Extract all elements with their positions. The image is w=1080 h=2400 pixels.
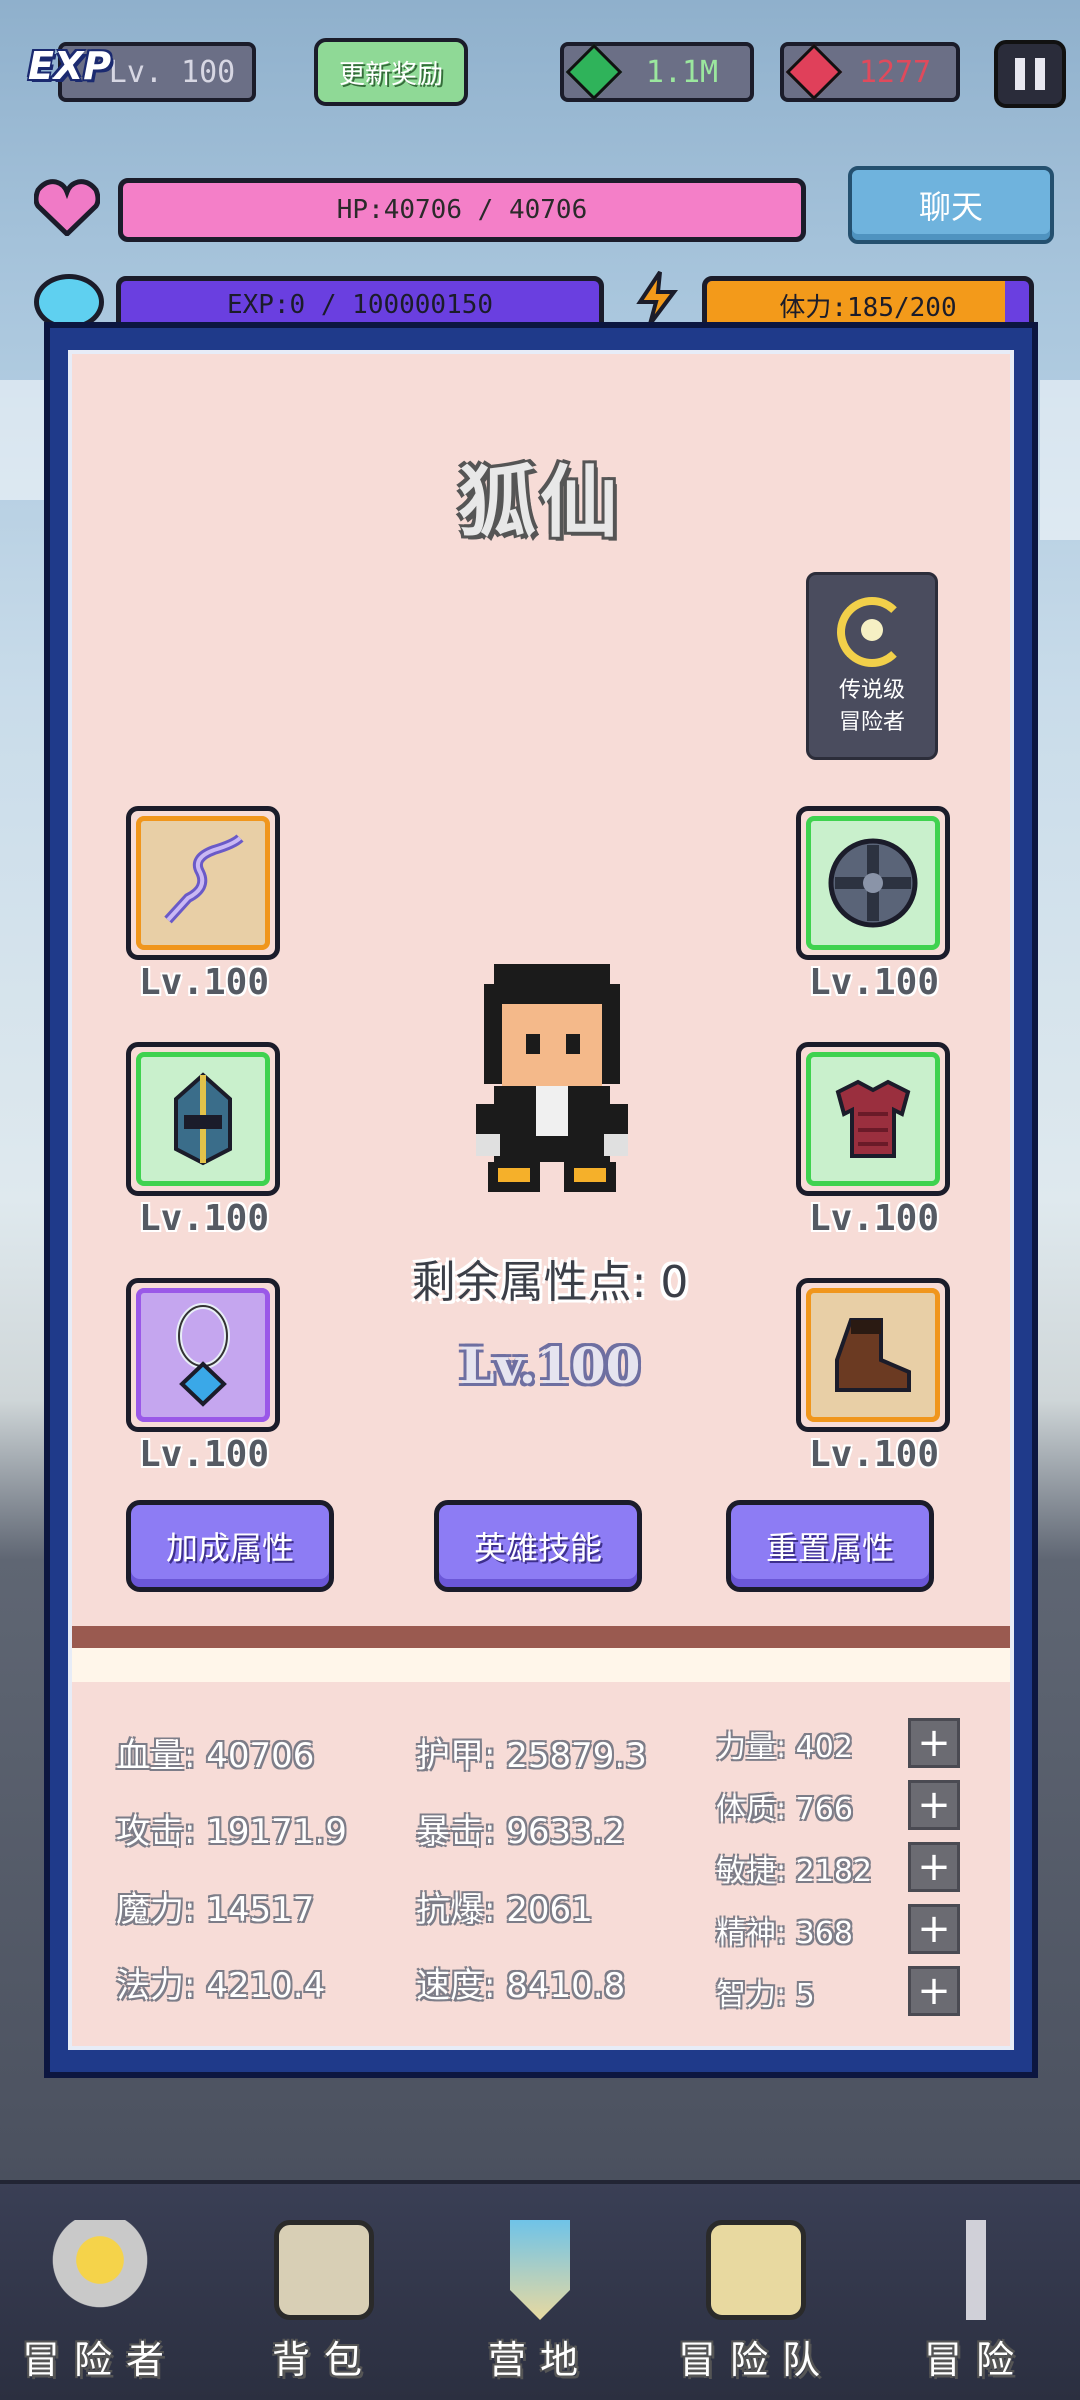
nav-camp-label: 营地 [487, 2338, 592, 2382]
chat-button[interactable]: 聊天 [848, 166, 1054, 244]
legendary-emblem-icon [837, 597, 907, 667]
equip-slot-armor[interactable] [796, 1042, 950, 1196]
add-agility-button[interactable]: + [908, 1842, 960, 1892]
pause-icon [1015, 58, 1025, 90]
shield-icon [828, 838, 918, 928]
hp-bar: HP:40706 / 40706 [118, 178, 806, 242]
nav-backpack-label: 背包 [271, 2338, 376, 2382]
party-book-icon [706, 2220, 806, 2320]
stat-mana: 法力: 4210.4 [116, 1966, 326, 2006]
equip-shield-level: Lv.100 [808, 962, 940, 1003]
add-constitution-button[interactable]: + [908, 1780, 960, 1830]
stat-constitution: 体质: 766 [716, 1792, 853, 1827]
reset-attributes-button[interactable]: 重置属性 [726, 1500, 934, 1592]
update-reward-button[interactable]: 更新奖励 [314, 38, 468, 106]
stat-crit-resist: 抗爆: 2061 [416, 1890, 593, 1930]
equip-slot-helmet[interactable] [126, 1042, 280, 1196]
equip-weapon-level: Lv.100 [138, 962, 270, 1003]
helmet-icon [174, 1072, 232, 1166]
stat-agility: 敏捷: 2182 [716, 1854, 872, 1889]
armor-icon [835, 1079, 911, 1158]
legendary-rank-badge[interactable]: 传说级 冒险者 [806, 572, 938, 760]
pause-button[interactable] [994, 40, 1066, 108]
rank-line2: 冒险者 [838, 710, 905, 735]
nav-backpack[interactable]: 背包 [234, 2210, 414, 2390]
exp-badge-icon: EXP [28, 44, 112, 88]
nav-adventurer-label: 冒险者 [21, 2338, 178, 2382]
equip-armor-level: Lv.100 [808, 1198, 940, 1239]
stat-crit: 暴击: 9633.2 [416, 1812, 626, 1852]
equip-slot-weapon[interactable] [126, 806, 280, 960]
emerald-amount: 1.1M [645, 54, 719, 90]
nav-party-label: 冒险队 [677, 2338, 834, 2382]
stat-armor: 护甲: 25879.3 [416, 1736, 647, 1776]
bonus-attributes-button[interactable]: 加成属性 [126, 1500, 334, 1592]
whip-icon [164, 834, 244, 924]
stamina-text: 体力:185/200 [779, 292, 957, 323]
crown-helmet-icon [50, 2220, 150, 2320]
nav-adventure[interactable]: 冒险 [886, 2210, 1066, 2390]
hp-text: HP:40706 / 40706 [336, 195, 588, 225]
nav-camp[interactable]: 营地 [450, 2210, 630, 2390]
add-strength-button[interactable]: + [908, 1718, 960, 1768]
hero-level: Lv.100 [459, 1336, 641, 1395]
stat-hp: 血量: 40706 [116, 1736, 315, 1776]
heart-icon [33, 178, 101, 238]
add-spirit-button[interactable]: + [908, 1904, 960, 1954]
nav-party[interactable]: 冒险队 [666, 2210, 846, 2390]
exp-text: EXP:0 / 100000150 [226, 290, 494, 320]
stat-spirit: 精神: 368 [716, 1916, 853, 1951]
stat-attack: 攻击: 19171.9 [116, 1812, 347, 1852]
sword-icon [926, 2220, 1026, 2320]
backpack-icon [274, 2220, 374, 2320]
equip-slot-boots[interactable] [796, 1278, 950, 1432]
remaining-attribute-points: 剩余属性点: 0 [411, 1257, 689, 1308]
hero-skills-button[interactable]: 英雄技能 [434, 1500, 642, 1592]
equip-boots-level: Lv.100 [808, 1434, 940, 1475]
level-text: Lv. 100 [108, 54, 236, 90]
stat-intelligence: 智力: 5 [716, 1978, 815, 2013]
boots-icon [835, 1318, 911, 1392]
panel-divider [72, 1626, 1010, 1648]
equip-slot-shield[interactable] [796, 806, 950, 960]
ruby-amount: 1277 [858, 54, 932, 90]
nav-adventure-label: 冒险 [923, 2338, 1028, 2382]
lightning-icon [634, 270, 680, 326]
panel-divider-light [72, 1648, 1010, 1682]
camp-banner-icon [510, 2220, 570, 2320]
stat-magic-power: 魔力: 14517 [116, 1890, 315, 1930]
equip-slot-necklace[interactable] [126, 1278, 280, 1432]
stat-strength: 力量: 402 [716, 1730, 853, 1765]
hero-name: 狐仙 [457, 458, 622, 548]
equip-necklace-level: Lv.100 [138, 1434, 270, 1475]
stat-speed: 速度: 8410.8 [416, 1966, 626, 2006]
add-intelligence-button[interactable]: + [908, 1966, 960, 2016]
hero-sprite [474, 964, 630, 1192]
rank-line1: 传说级 [838, 678, 905, 703]
equip-helmet-level: Lv.100 [138, 1198, 270, 1239]
necklace-icon [176, 1303, 230, 1407]
nav-adventurer[interactable]: 冒险者 [10, 2210, 190, 2390]
